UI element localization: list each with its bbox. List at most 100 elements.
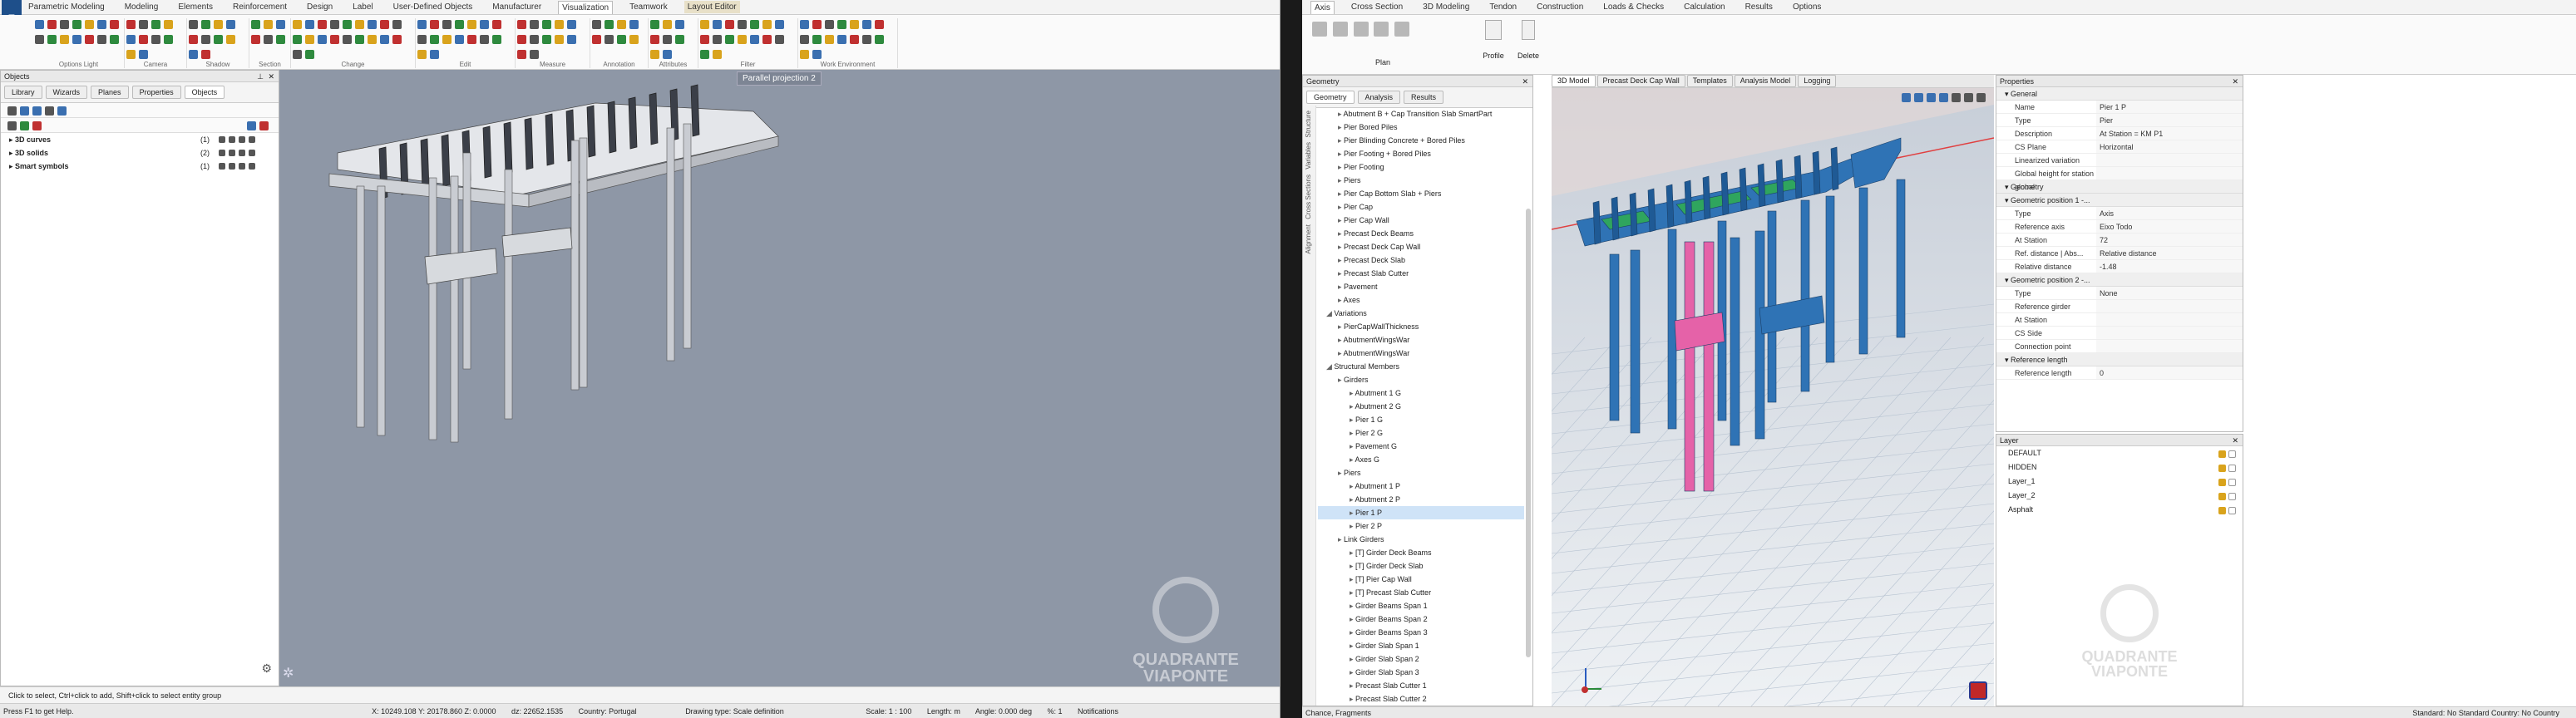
expand-arrow-icon[interactable]: ▸	[9, 162, 15, 170]
spline-tool-icon[interactable]	[1374, 22, 1389, 37]
expand-arrow-icon[interactable]: ▸	[1338, 283, 1344, 291]
expand-arrow-icon[interactable]: ▸	[1350, 548, 1355, 557]
tab-design[interactable]: Design	[303, 1, 336, 13]
ribbon-tool-icon[interactable]	[750, 20, 759, 29]
tree-item[interactable]: ▸ Girder Beams Span 3	[1318, 626, 1524, 639]
ribbon-tool-icon[interactable]	[850, 35, 859, 44]
tab-label[interactable]: Label	[349, 1, 376, 13]
tree-item[interactable]: ▸ Girder Slab Span 1	[1318, 639, 1524, 652]
ribbon-tool-icon[interactable]	[629, 20, 639, 29]
ribbon-tool-icon[interactable]	[567, 35, 576, 44]
tab-options[interactable]: Options	[1789, 1, 1824, 13]
ribbon-tool-icon[interactable]	[800, 20, 809, 29]
ribbon-tool-icon[interactable]	[837, 35, 846, 44]
ribbon-tool-icon[interactable]	[850, 20, 859, 29]
expand-arrow-icon[interactable]: ▸	[1350, 681, 1355, 690]
property-row[interactable]: Relative distance -1.48	[1996, 260, 2243, 273]
ribbon-tool-icon[interactable]	[812, 50, 822, 59]
tab-planes[interactable]: Planes	[91, 86, 129, 99]
tab-results[interactable]: Results	[1742, 1, 1776, 13]
ribbon-tool-icon[interactable]	[617, 20, 626, 29]
visible-icon[interactable]	[20, 121, 29, 130]
layer-item[interactable]: Layer_2	[1996, 489, 2243, 503]
ribbon-tool-icon[interactable]	[214, 20, 223, 29]
ribbon-tool-icon[interactable]	[305, 20, 314, 29]
view-gear-icon[interactable]: ✲	[283, 665, 294, 681]
tree-item[interactable]: ▸ Precast Slab Cutter	[1318, 267, 1524, 280]
ribbon-tool-icon[interactable]	[480, 20, 489, 29]
ribbon-tool-icon[interactable]	[442, 35, 452, 44]
expand-arrow-icon[interactable]: ▸	[1350, 588, 1355, 597]
expand-arrow-icon[interactable]: ▸	[1338, 203, 1344, 211]
ribbon-tool-icon[interactable]	[251, 35, 260, 44]
ribbon-tool-icon[interactable]	[85, 20, 94, 29]
ribbon-tool-icon[interactable]	[126, 35, 136, 44]
ribbon-tool-icon[interactable]	[60, 20, 69, 29]
tree-item[interactable]: ▸ Abutment 1 P	[1318, 479, 1524, 493]
ribbon-tool-icon[interactable]	[800, 35, 809, 44]
eye-icon[interactable]	[247, 121, 256, 130]
ribbon-tool-icon[interactable]	[862, 20, 871, 29]
ribbon-tool-icon[interactable]	[713, 20, 722, 29]
ribbon-tool-icon[interactable]	[825, 35, 834, 44]
ribbon-tool-icon[interactable]	[725, 35, 734, 44]
tree-item[interactable]: ▸ Girder Slab Span 2	[1318, 652, 1524, 666]
ribbon-tool-icon[interactable]	[139, 50, 148, 59]
tree-item[interactable]: ▸ Pier Footing	[1318, 160, 1524, 174]
expand-arrow-icon[interactable]: ▸	[1338, 322, 1344, 331]
ribbon-tool-icon[interactable]	[492, 20, 501, 29]
tree-item[interactable]: ▸ Abutment 2 G	[1318, 400, 1524, 413]
ribbon-tool-icon[interactable]	[725, 20, 734, 29]
arc-tool-icon[interactable]	[1353, 22, 1369, 37]
ribbon-tool-icon[interactable]	[875, 35, 884, 44]
profile-button[interactable]: Profile	[1478, 20, 1508, 60]
view-cube-icon[interactable]	[1969, 681, 1987, 700]
tree-scrollbar[interactable]	[1526, 209, 1531, 657]
line-tool-icon[interactable]	[1312, 22, 1327, 37]
ribbon-tool-icon[interactable]	[762, 20, 772, 29]
property-value[interactable]: Pier 1 P	[2096, 101, 2243, 113]
tab-parametric-modeling[interactable]: Parametric Modeling	[25, 1, 108, 13]
property-value[interactable]	[2096, 327, 2243, 339]
ribbon-tool-icon[interactable]	[139, 20, 148, 29]
property-row[interactable]: Reference girder	[1996, 300, 2243, 313]
cube-icon[interactable]	[1914, 93, 1923, 102]
tab-wizards[interactable]: Wizards	[45, 86, 88, 99]
tree-item[interactable]: ▸ [T] Girder Deck Beams	[1318, 546, 1524, 559]
list-item[interactable]: ▸ 3D solids (2)	[9, 146, 279, 160]
ribbon-tool-icon[interactable]	[812, 20, 822, 29]
tree-item[interactable]: ▸ Pier Cap Wall	[1318, 214, 1524, 227]
view-tab-precast-deck-cap-wall[interactable]: Precast Deck Cap Wall	[1596, 75, 1685, 87]
ribbon-tool-icon[interactable]	[110, 35, 119, 44]
layer-icon[interactable]	[249, 136, 255, 143]
ribbon-tool-icon[interactable]	[330, 20, 339, 29]
ribbon-tool-icon[interactable]	[762, 35, 772, 44]
box-icon[interactable]	[1939, 93, 1948, 102]
tree-item[interactable]: ▸ AbutmentWingsWar	[1318, 333, 1524, 347]
eye-icon[interactable]	[219, 136, 225, 143]
property-value[interactable]: None	[2096, 287, 2243, 299]
expand-arrow-icon[interactable]: ▸	[1338, 376, 1344, 384]
close-icon[interactable]: ✕	[2232, 435, 2238, 446]
layer-visibility-icon[interactable]	[2228, 479, 2236, 486]
ribbon-tool-icon[interactable]	[189, 35, 198, 44]
tab-cross-section[interactable]: Cross Section	[1348, 1, 1406, 13]
zoom-icon[interactable]	[1902, 93, 1911, 102]
layer-item[interactable]: Layer_1	[1996, 475, 2243, 489]
expand-arrow-icon[interactable]: ▸	[1350, 416, 1355, 424]
tree-item[interactable]: ▸ Axes	[1318, 293, 1524, 307]
expand-arrow-icon[interactable]: ▸	[1338, 189, 1344, 198]
tab-manufacturer[interactable]: Manufacturer	[489, 1, 545, 13]
ribbon-tool-icon[interactable]	[355, 35, 364, 44]
ribbon-tool-icon[interactable]	[35, 35, 44, 44]
tree-item[interactable]: ▸ Piers	[1318, 174, 1524, 187]
ribbon-tool-icon[interactable]	[492, 35, 501, 44]
properties-section[interactable]: ▾ Geometric position 2 -...	[1996, 273, 2243, 287]
expand-arrow-icon[interactable]: ▸	[1338, 123, 1344, 131]
ribbon-tool-icon[interactable]	[663, 50, 672, 59]
fit-icon[interactable]	[1976, 93, 1986, 102]
layer-lock-icon[interactable]	[2218, 493, 2226, 500]
ribbon-tool-icon[interactable]	[605, 35, 614, 44]
expand-arrow-icon[interactable]: ▸	[1350, 509, 1355, 517]
ribbon-tool-icon[interactable]	[825, 20, 834, 29]
